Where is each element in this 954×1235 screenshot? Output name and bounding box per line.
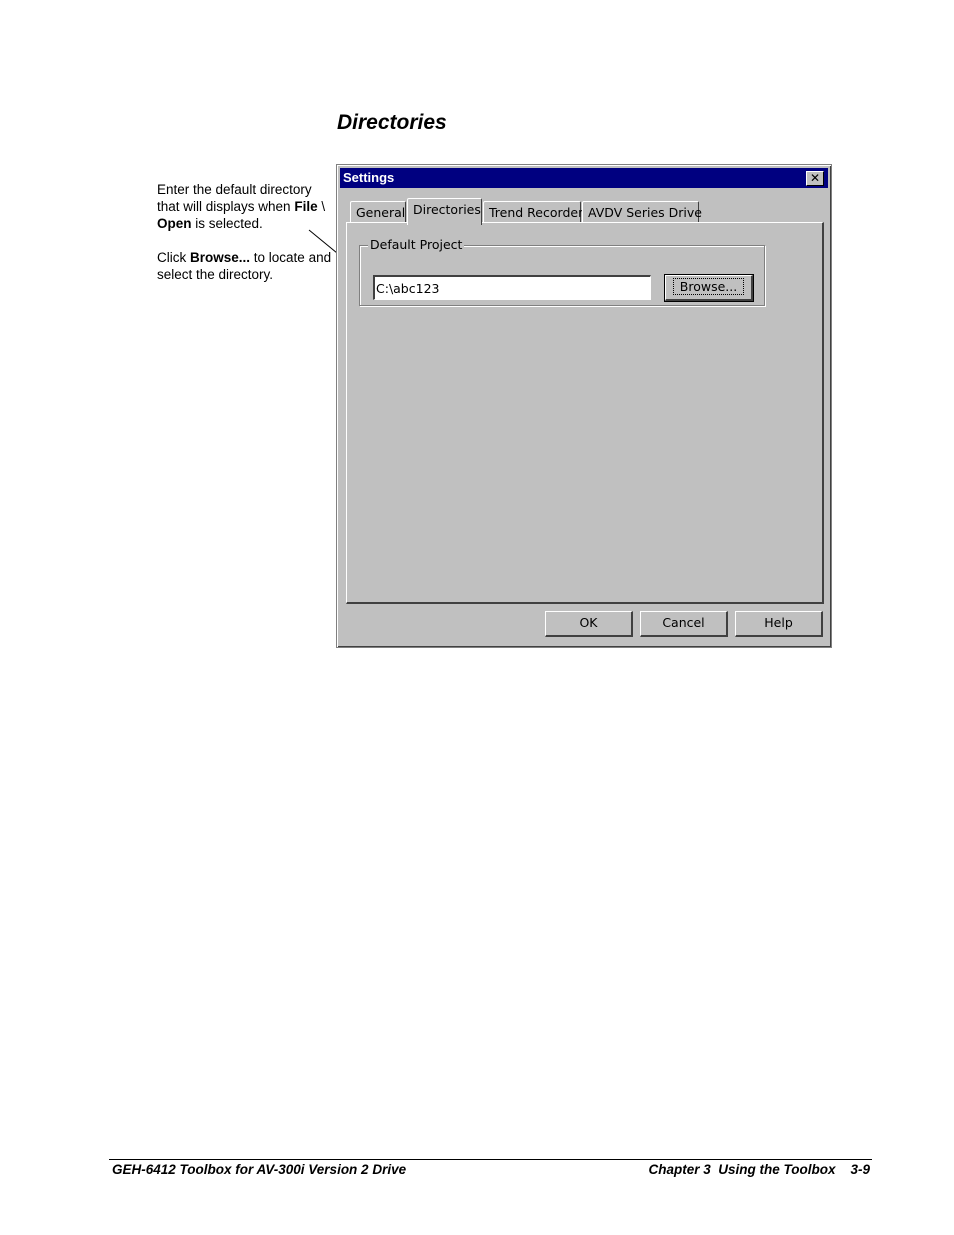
- footer-divider: [109, 1159, 872, 1160]
- help-button[interactable]: Help: [735, 611, 823, 637]
- ok-button[interactable]: OK: [545, 611, 633, 637]
- note-text: Click: [157, 250, 190, 265]
- directories-tab-panel: Default Project Browse...: [346, 222, 824, 604]
- close-icon[interactable]: ✕: [806, 171, 824, 186]
- callout-note-directory: Enter the default directory that will di…: [157, 181, 337, 232]
- note-browse-label: Browse...: [190, 250, 251, 265]
- tab-avdv-series-drive[interactable]: AVDV Series Drive: [582, 201, 702, 223]
- settings-dialog: Settings ✕ General Directories Trend Rec…: [336, 164, 832, 648]
- cancel-button[interactable]: Cancel: [640, 611, 728, 637]
- dialog-titlebar[interactable]: Settings ✕: [340, 168, 828, 188]
- dialog-title: Settings: [343, 170, 395, 185]
- callout-note-browse: Click Browse... to locate and select the…: [157, 249, 337, 283]
- group-label: Default Project: [368, 237, 465, 252]
- default-project-path-input[interactable]: [373, 275, 651, 300]
- default-project-group: Default Project Browse...: [359, 237, 765, 306]
- footer-page-number: Chapter 3 Using the Toolbox 3-9: [648, 1162, 870, 1177]
- tab-trend-recorder[interactable]: Trend Recorder: [483, 201, 583, 223]
- browse-button[interactable]: Browse...: [664, 274, 754, 302]
- note-text: is selected.: [191, 216, 263, 231]
- note-text: Enter the default directory that will di…: [157, 182, 312, 214]
- tab-general[interactable]: General: [350, 201, 406, 223]
- tab-directories[interactable]: Directories: [407, 198, 482, 225]
- section-heading: Directories: [337, 111, 447, 134]
- footer-document-title: GEH-6412 Toolbox for AV-300i Version 2 D…: [112, 1162, 407, 1177]
- note-file-label: File: [294, 199, 318, 214]
- note-open-label: Open: [157, 216, 192, 231]
- note-separator: \: [317, 199, 326, 214]
- browse-button-label: Browse...: [672, 278, 745, 295]
